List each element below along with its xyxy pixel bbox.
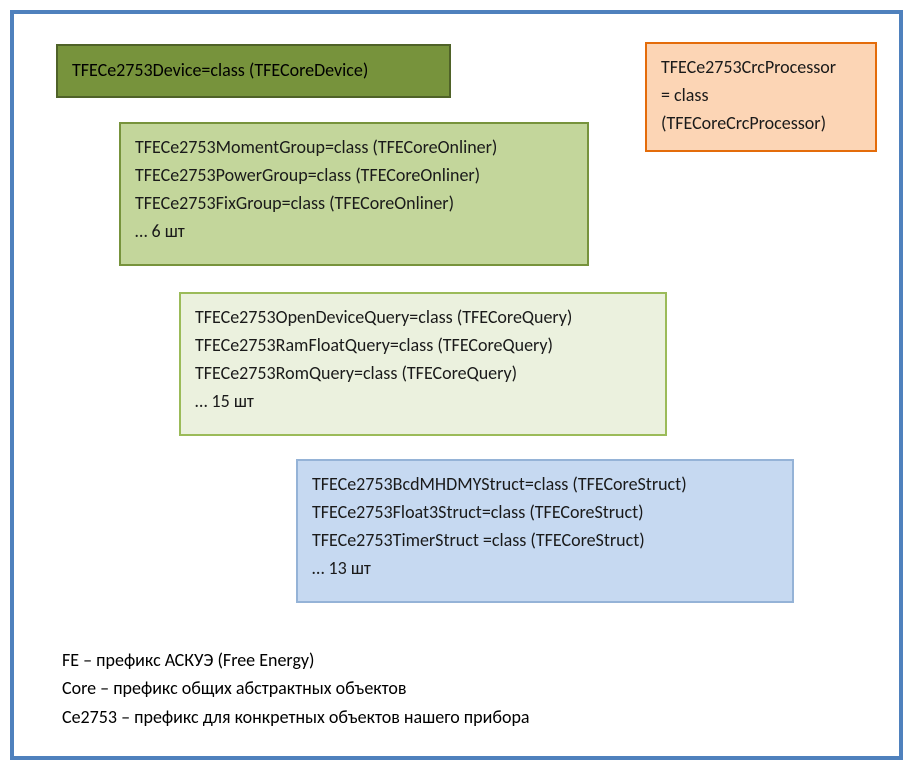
queries-box: TFECe2753OpenDeviceQuery=class (TFECoreQ… bbox=[179, 292, 667, 436]
crc-line-2: = class bbox=[661, 82, 861, 110]
groups-box: TFECe2753MomentGroup=class (TFECoreOnlin… bbox=[119, 122, 589, 266]
queries-line-1: TFECe2753OpenDeviceQuery=class (TFECoreQ… bbox=[195, 304, 651, 332]
structs-line-3: TFECe2753TimerStruct =class (TFECoreStru… bbox=[312, 527, 778, 555]
groups-line-2: TFECe2753PowerGroup=class (TFECoreOnline… bbox=[135, 162, 573, 190]
diagram-frame: TFECe2753Device=class (TFECoreDevice) TF… bbox=[10, 10, 903, 760]
device-class-box: TFECe2753Device=class (TFECoreDevice) bbox=[56, 44, 451, 98]
structs-line-2: TFECe2753Float3Struct=class (TFECoreStru… bbox=[312, 499, 778, 527]
crc-processor-box: TFECe2753CrcProcessor = class (TFECoreCr… bbox=[645, 42, 877, 152]
legend-line-1: FE – префикс АСКУЭ (Free Energy) bbox=[62, 646, 530, 675]
structs-line-1: TFECe2753BcdMHDMYStruct=class (TFECoreSt… bbox=[312, 471, 778, 499]
queries-line-3: TFECe2753RomQuery=class (TFECoreQuery) bbox=[195, 360, 651, 388]
legend-line-3: Ce2753 – префикс для конкретных объектов… bbox=[62, 703, 530, 732]
structs-box: TFECe2753BcdMHDMYStruct=class (TFECoreSt… bbox=[296, 459, 794, 603]
queries-line-4: … 15 шт bbox=[195, 388, 651, 416]
structs-line-4: … 13 шт bbox=[312, 555, 778, 583]
groups-line-1: TFECe2753MomentGroup=class (TFECoreOnlin… bbox=[135, 134, 573, 162]
legend-line-2: Core – префикс общих абстрактных объекто… bbox=[62, 674, 530, 703]
device-line-1: TFECe2753Device=class (TFECoreDevice) bbox=[72, 57, 368, 85]
groups-line-3: TFECe2753FixGroup=class (TFECoreOnliner) bbox=[135, 190, 573, 218]
crc-line-3: (TFECoreCrcProcessor) bbox=[661, 110, 861, 138]
groups-line-4: … 6 шт bbox=[135, 218, 573, 246]
crc-line-1: TFECe2753CrcProcessor bbox=[661, 54, 861, 82]
legend: FE – префикс АСКУЭ (Free Energy) Core – … bbox=[62, 646, 530, 732]
queries-line-2: TFECe2753RamFloatQuery=class (TFECoreQue… bbox=[195, 332, 651, 360]
